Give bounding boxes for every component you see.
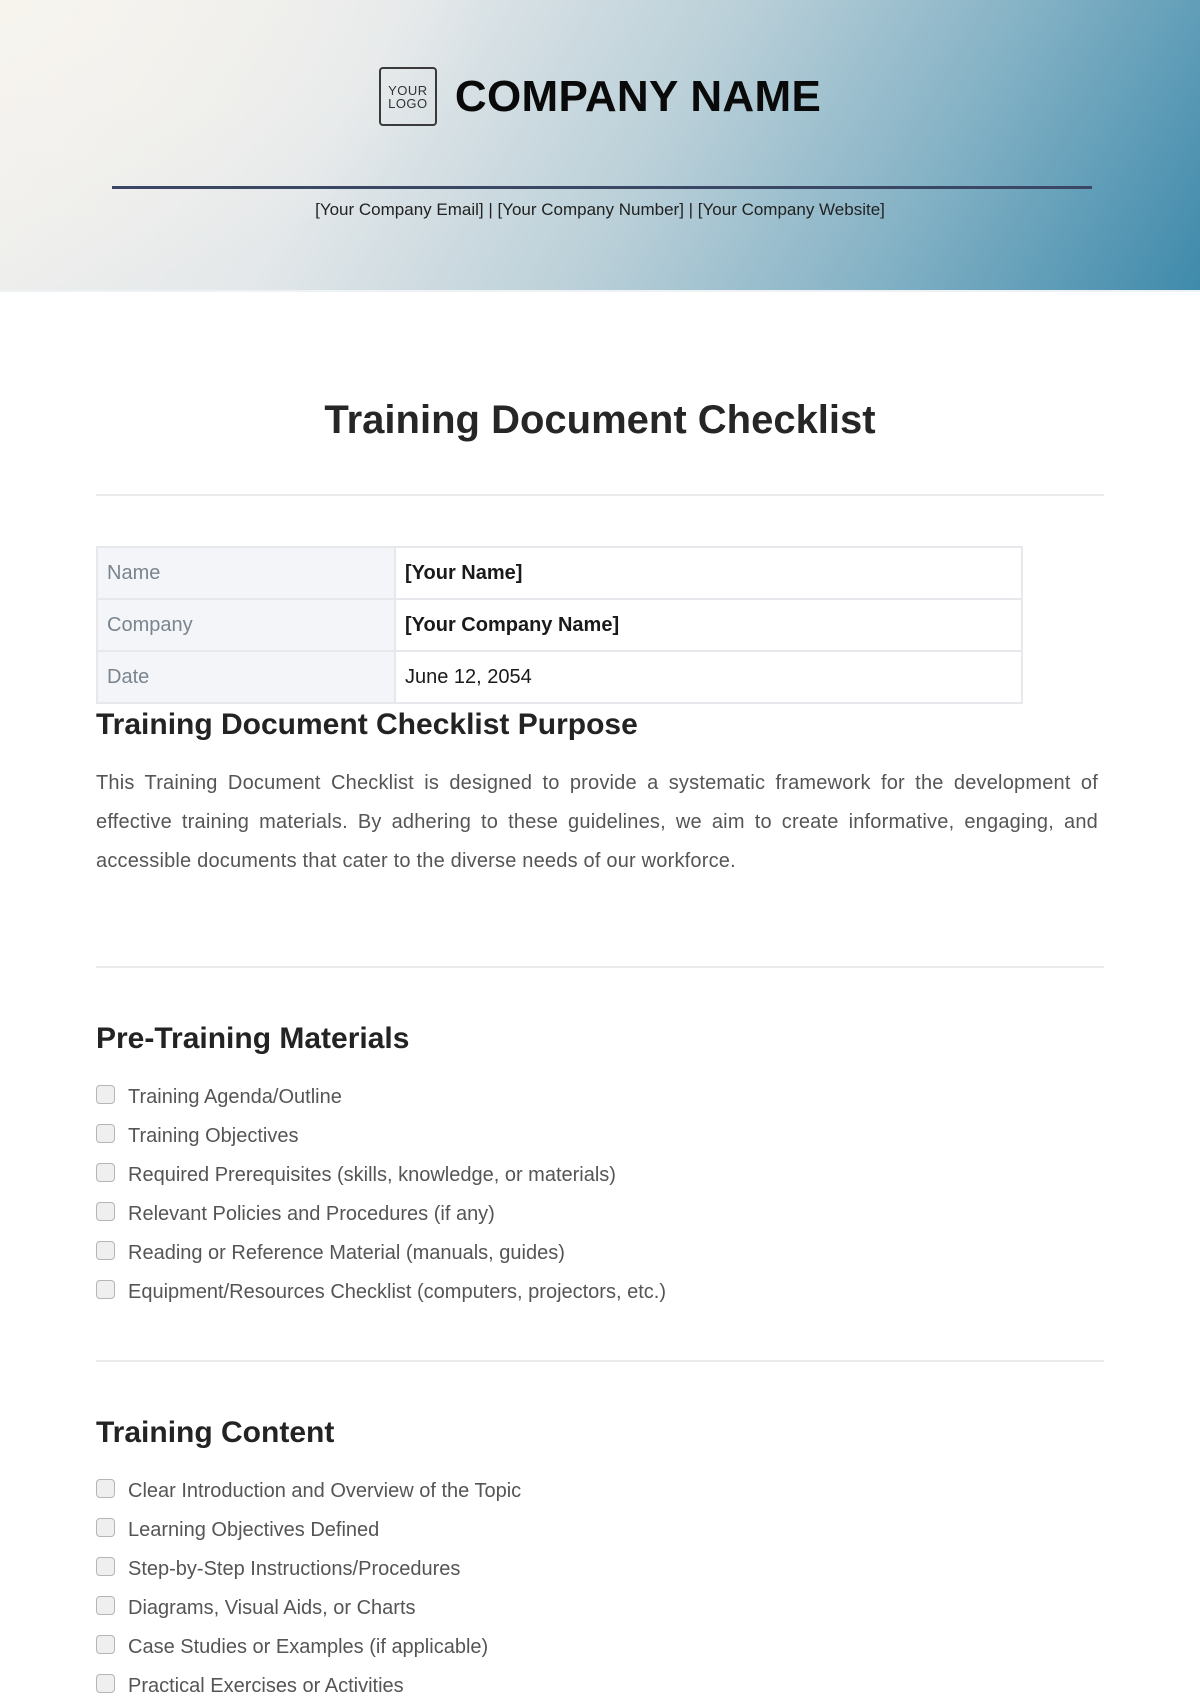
checkbox[interactable] bbox=[96, 1124, 115, 1143]
checkbox[interactable] bbox=[96, 1635, 115, 1654]
checklist-item-label: Relevant Policies and Procedures (if any… bbox=[128, 1203, 495, 1225]
checkbox[interactable] bbox=[96, 1280, 115, 1299]
purpose-text: This Training Document Checklist is desi… bbox=[96, 772, 1098, 872]
name-value: [Your Name] bbox=[394, 546, 1023, 600]
divider bbox=[96, 494, 1104, 496]
table-row: Date June 12, 2054 bbox=[96, 650, 1023, 704]
info-table: Name [Your Name] Company [Your Company N… bbox=[96, 546, 1023, 704]
company-name: COMPANY NAME bbox=[454, 71, 822, 121]
page-title: Training Document Checklist bbox=[324, 398, 876, 442]
checklist-item[interactable]: Clear Introduction and Overview of the T… bbox=[96, 1472, 521, 1511]
company-contact: [Your Company Email] | [Your Company Num… bbox=[315, 200, 885, 219]
table-row: Name [Your Name] bbox=[96, 546, 1023, 600]
checkbox[interactable] bbox=[96, 1518, 115, 1537]
checklist-item[interactable]: Equipment/Resources Checklist (computers… bbox=[96, 1273, 666, 1312]
checklist-item-label: Training Objectives bbox=[128, 1125, 299, 1147]
checklist-item-label: Step-by-Step Instructions/Procedures bbox=[128, 1558, 461, 1580]
checkbox[interactable] bbox=[96, 1163, 115, 1182]
table-row: Company [Your Company Name] bbox=[96, 598, 1023, 652]
checklist-item-label: Training Agenda/Outline bbox=[128, 1086, 342, 1108]
logo-line-1: YOUR bbox=[388, 82, 428, 98]
checkbox[interactable] bbox=[96, 1479, 115, 1498]
checklist-item-label: Reading or Reference Material (manuals, … bbox=[128, 1242, 565, 1264]
checkbox[interactable] bbox=[96, 1085, 115, 1104]
checklist-item[interactable]: Step-by-Step Instructions/Procedures bbox=[96, 1550, 521, 1589]
date-value: June 12, 2054 bbox=[394, 650, 1023, 704]
name-label: Name bbox=[96, 546, 396, 600]
checkbox[interactable] bbox=[96, 1241, 115, 1260]
company-value: [Your Company Name] bbox=[394, 598, 1023, 652]
brand: YOUR LOGO COMPANY NAME bbox=[0, 67, 1200, 126]
checkbox[interactable] bbox=[96, 1202, 115, 1221]
checklist-item-label: Learning Objectives Defined bbox=[128, 1519, 380, 1541]
divider bbox=[96, 1360, 1104, 1362]
checklist-item[interactable]: Training Objectives bbox=[96, 1117, 666, 1156]
section-heading-training-content: Training Content bbox=[96, 1416, 335, 1449]
checklist-item-label: Equipment/Resources Checklist (computers… bbox=[128, 1281, 666, 1303]
header-banner bbox=[0, 0, 1200, 290]
checklist-item[interactable]: Training Agenda/Outline bbox=[96, 1078, 666, 1117]
header-divider bbox=[112, 186, 1092, 189]
checklist-training-content: Clear Introduction and Overview of the T… bbox=[96, 1472, 521, 1701]
checklist-item-label: Clear Introduction and Overview of the T… bbox=[128, 1480, 522, 1502]
checklist-item[interactable]: Relevant Policies and Procedures (if any… bbox=[96, 1195, 666, 1234]
checklist-item[interactable]: Reading or Reference Material (manuals, … bbox=[96, 1234, 666, 1273]
logo-line-2: LOGO bbox=[388, 95, 428, 111]
header-bottom-edge bbox=[0, 290, 1200, 292]
date-label: Date bbox=[96, 650, 396, 704]
checkbox[interactable] bbox=[96, 1674, 115, 1693]
checkbox[interactable] bbox=[96, 1596, 115, 1615]
divider bbox=[96, 966, 1104, 968]
checklist-item-label: Practical Exercises or Activities bbox=[128, 1675, 404, 1697]
checklist-item[interactable]: Learning Objectives Defined bbox=[96, 1511, 521, 1550]
checklist-item[interactable]: Practical Exercises or Activities bbox=[96, 1667, 521, 1701]
purpose-heading: Training Document Checklist Purpose bbox=[96, 708, 638, 741]
checklist-item[interactable]: Required Prerequisites (skills, knowledg… bbox=[96, 1156, 666, 1195]
checklist-item-label: Case Studies or Examples (if applicable) bbox=[128, 1636, 489, 1658]
checklist-item-label: Diagrams, Visual Aids, or Charts bbox=[128, 1597, 416, 1619]
checklist-pre-training: Training Agenda/Outline Training Objecti… bbox=[96, 1078, 666, 1312]
checklist-item[interactable]: Case Studies or Examples (if applicable) bbox=[96, 1628, 521, 1667]
company-label: Company bbox=[96, 598, 396, 652]
checkbox[interactable] bbox=[96, 1557, 115, 1576]
logo-icon: YOUR LOGO bbox=[378, 67, 437, 126]
section-heading-pre-training: Pre-Training Materials bbox=[96, 1022, 410, 1055]
checklist-item-label: Required Prerequisites (skills, knowledg… bbox=[128, 1164, 616, 1186]
checklist-item[interactable]: Diagrams, Visual Aids, or Charts bbox=[96, 1589, 521, 1628]
